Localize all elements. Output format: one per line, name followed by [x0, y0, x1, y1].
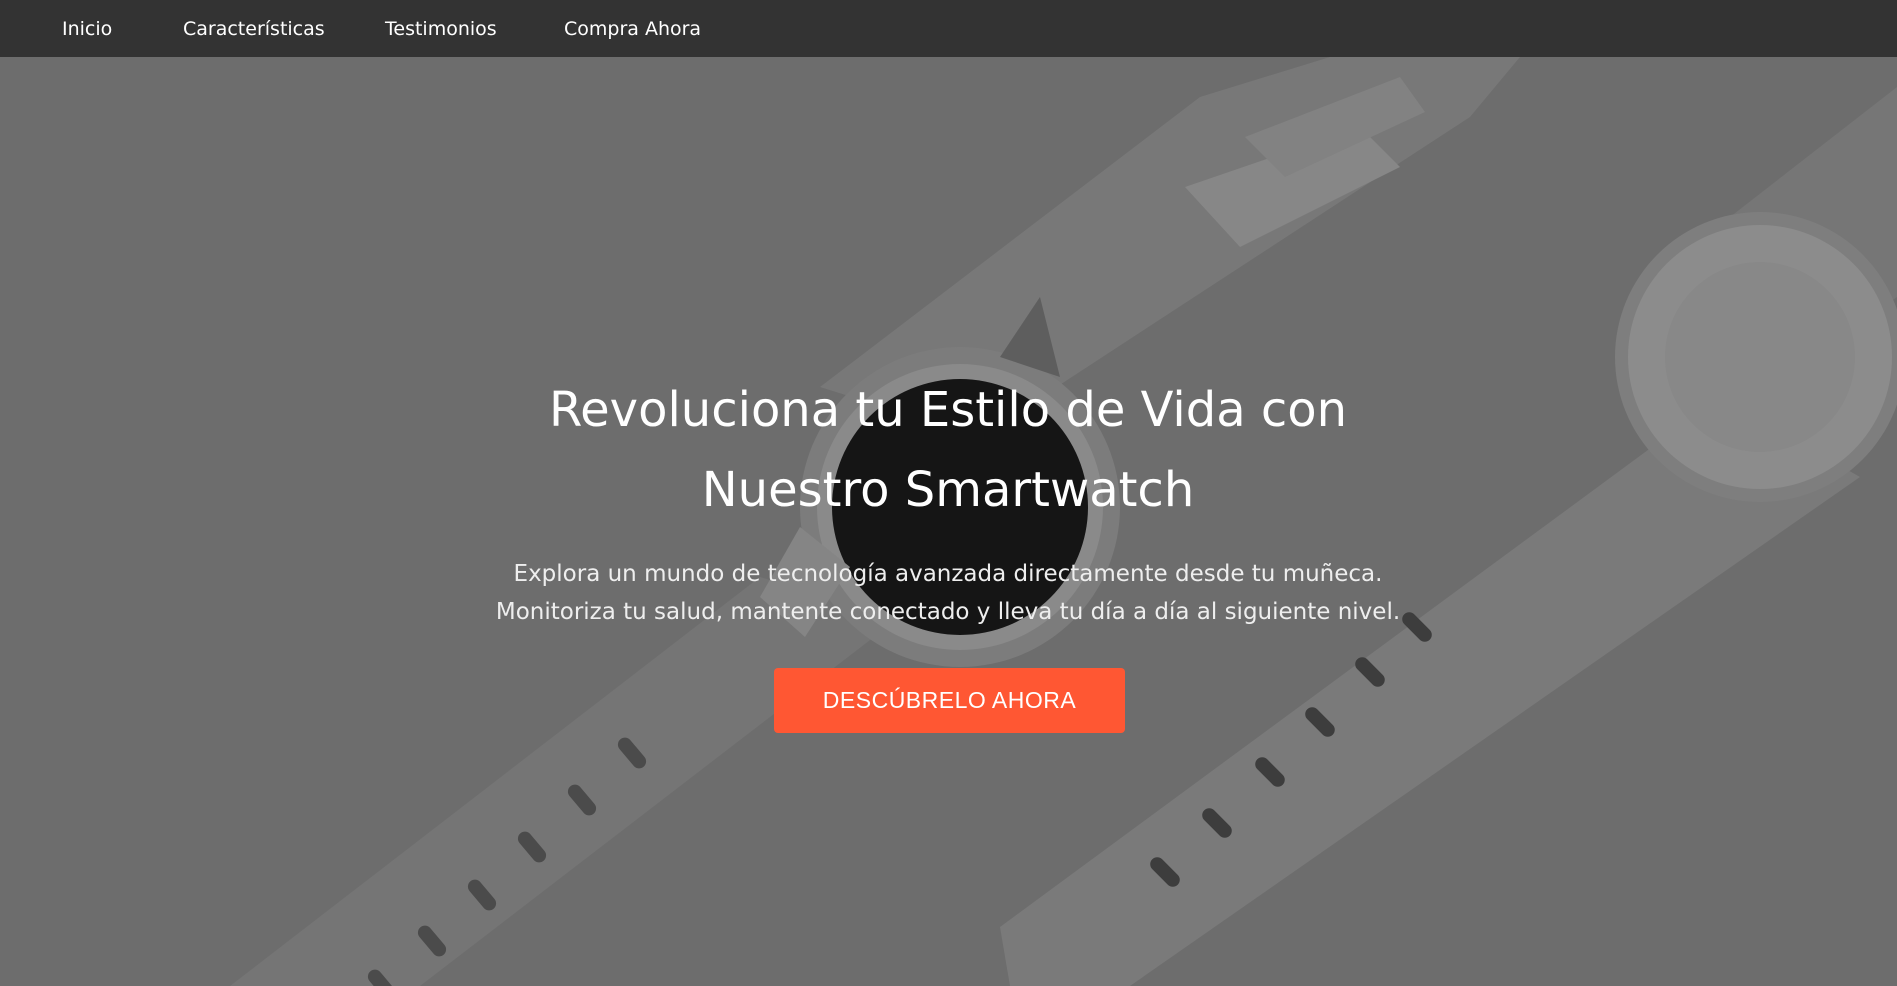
- discover-now-button[interactable]: DESCÚBRELO AHORA: [774, 668, 1125, 733]
- hero-subtitle: Explora un mundo de tecnología avanzada …: [448, 555, 1448, 631]
- nav-link-caracteristicas[interactable]: Características: [183, 18, 325, 40]
- hero-section: Revoluciona tu Estilo de Vida con Nuestr…: [0, 57, 1897, 986]
- hero-content: Revoluciona tu Estilo de Vida con Nuestr…: [0, 57, 1897, 986]
- hero-subtitle-line2: Monitoriza tu salud, mantente conectado …: [495, 599, 1401, 625]
- hero-title: Revoluciona tu Estilo de Vida con Nuestr…: [548, 382, 1348, 518]
- nav-link-inicio[interactable]: Inicio: [62, 18, 112, 40]
- nav-link-compra-ahora[interactable]: Compra Ahora: [564, 18, 701, 40]
- hero-subtitle-line1: Explora un mundo de tecnología avanzada …: [513, 561, 1383, 587]
- top-navigation: Inicio Características Testimonios Compr…: [0, 0, 1897, 57]
- nav-link-testimonios[interactable]: Testimonios: [385, 18, 497, 40]
